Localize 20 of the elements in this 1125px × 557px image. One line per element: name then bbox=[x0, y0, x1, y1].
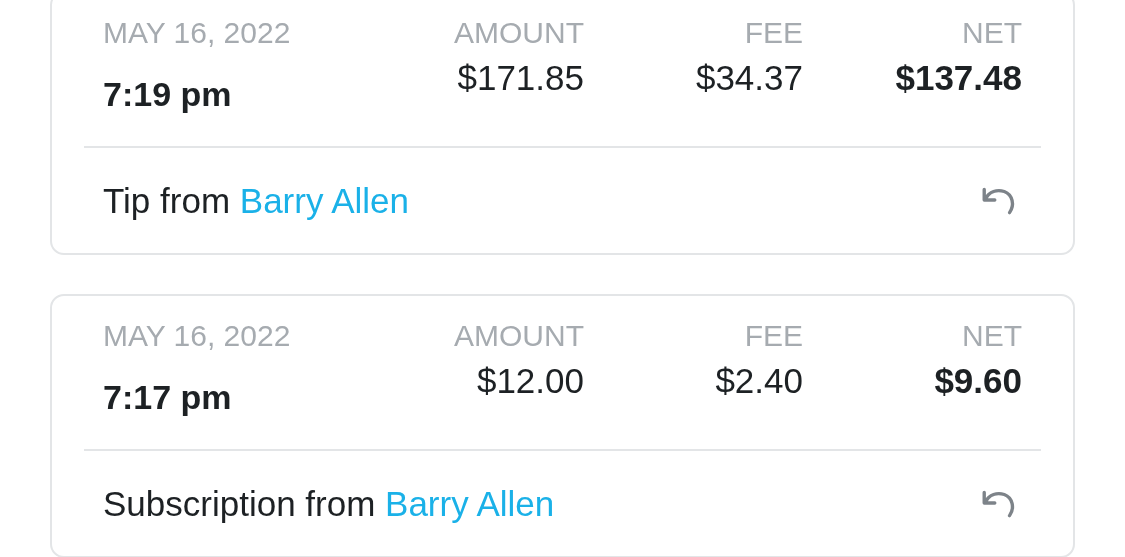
net-label: NET bbox=[962, 15, 1022, 51]
fee-label: FEE bbox=[744, 318, 803, 354]
net-label: NET bbox=[962, 318, 1022, 354]
time-text: 7:17 pm bbox=[103, 378, 233, 416]
transaction-description: Tip from Barry Allen bbox=[103, 181, 410, 221]
time-text: 7:19 pm bbox=[103, 75, 233, 113]
user-link[interactable]: Barry Allen bbox=[385, 484, 555, 523]
net-value: $137.48 bbox=[895, 59, 1022, 97]
amount-label: AMOUNT bbox=[454, 15, 584, 51]
date-label: MAY 16, 2022 bbox=[103, 318, 292, 354]
fee-value: $2.40 bbox=[715, 362, 803, 400]
transaction-description: Subscription from Barry Allen bbox=[103, 484, 555, 524]
fee-value: $34.37 bbox=[695, 59, 803, 97]
user-link[interactable]: Barry Allen bbox=[239, 181, 410, 220]
date-label: MAY 16, 2022 bbox=[103, 15, 292, 51]
fee-label: FEE bbox=[744, 15, 803, 51]
amount-value: $171.85 bbox=[457, 59, 584, 97]
amount-value: $12.00 bbox=[476, 362, 584, 400]
net-value: $9.60 bbox=[934, 362, 1022, 400]
amount-label: AMOUNT bbox=[454, 318, 584, 354]
